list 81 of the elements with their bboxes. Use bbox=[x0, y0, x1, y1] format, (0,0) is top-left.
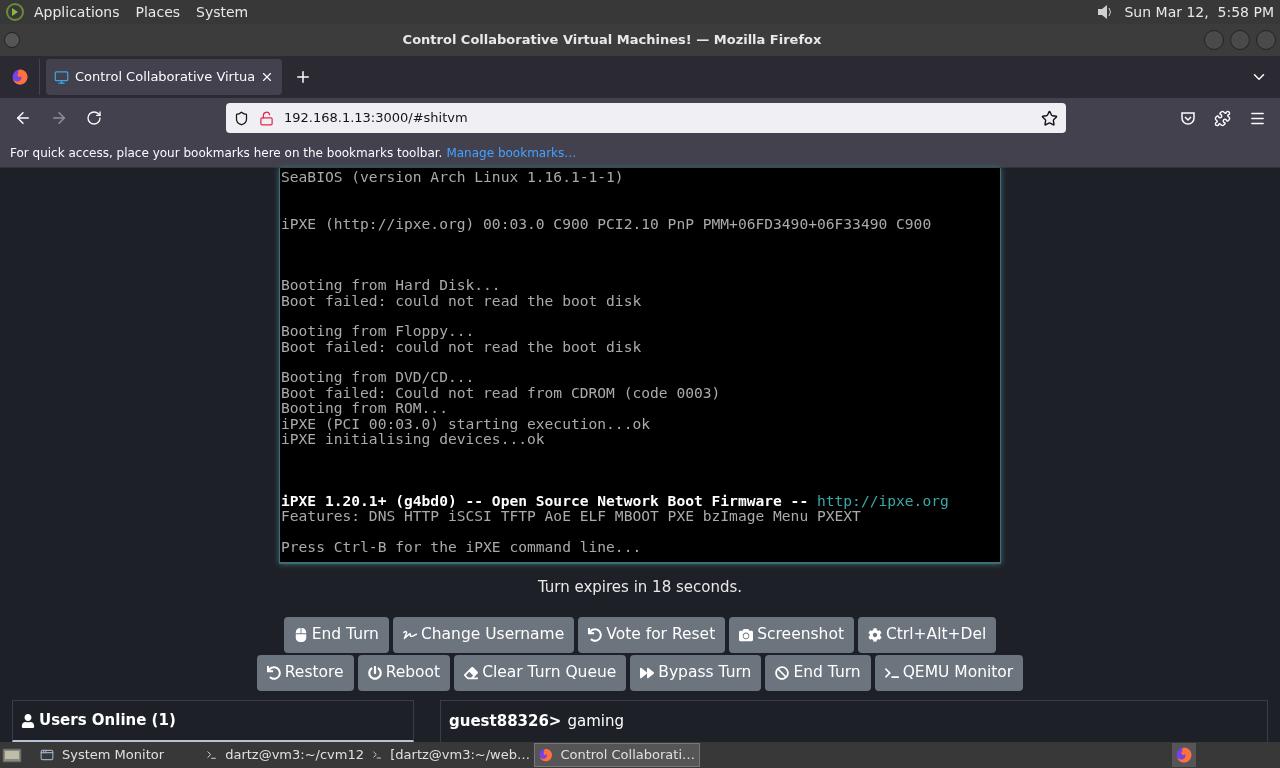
console-line: Booting from Hard Disk... bbox=[281, 277, 501, 293]
ban-icon bbox=[775, 665, 790, 680]
vm-screen[interactable] bbox=[279, 168, 1001, 564]
action-button[interactable]: End Turn bbox=[765, 654, 871, 691]
console-line: iPXE (PCI 00:03.0) starting execution...ok bbox=[281, 415, 651, 431]
action-button[interactable]: Reboot bbox=[357, 654, 451, 691]
panel-menu[interactable]: Applications bbox=[34, 1, 120, 23]
clock[interactable]: Sun Mar 12, 5:58 PM bbox=[1124, 1, 1274, 23]
console-line: SeaBIOS (version Arch Linux 1.16.1-1-1) bbox=[281, 169, 624, 185]
window-icon bbox=[40, 748, 54, 762]
console-line: Booting from Floppy... bbox=[281, 323, 475, 339]
console-line: iPXE (http://ipxe.org) 00:03.0 C900 PCI2.10 PnP PMM+06FD3490+06F33490 C900 bbox=[281, 215, 932, 231]
action-button[interactable]: QEMU Monitor bbox=[874, 654, 1024, 691]
terminal-icon bbox=[206, 748, 218, 762]
firefox-icon bbox=[11, 69, 28, 85]
reload-icon[interactable] bbox=[86, 110, 102, 126]
taskbar-label: [dartz@vm3:~/web… bbox=[390, 746, 530, 765]
panel-menu[interactable]: Places bbox=[135, 1, 181, 23]
firefox-icon bbox=[539, 747, 553, 763]
taskbar-item[interactable]: dartz@vm3:~/cvm12 bbox=[202, 743, 368, 767]
logo-icon bbox=[6, 3, 24, 21]
panel-menu[interactable]: System bbox=[196, 1, 249, 23]
console-line: Booting from ROM... bbox=[281, 400, 448, 416]
console-line: Boot failed: could not read the boot disk bbox=[281, 292, 642, 308]
console-line: iPXE 1.20.1+ (g4bd0) -- Open Source Network Boot Firmware -- http://ipxe.org bbox=[281, 492, 949, 508]
address-bar[interactable]: 192.168.1.13:3000/#shitvm bbox=[226, 103, 1066, 133]
undo-icon bbox=[588, 627, 603, 642]
tab-title: Control Collaborative Virtua bbox=[75, 68, 254, 87]
chat-message: gaming bbox=[567, 711, 624, 733]
mouse-icon bbox=[293, 627, 308, 642]
window-title: Control Collaborative Virtual Machines! — Mozilla Firefox bbox=[401, 31, 823, 50]
lock-icon[interactable] bbox=[259, 110, 274, 126]
bookmarks-message: For quick access, place your bookmarks here on the bookmarks toolbar. bbox=[10, 144, 443, 162]
terminal-icon bbox=[884, 665, 899, 680]
extensions-icon[interactable] bbox=[1214, 109, 1231, 127]
chat-username: guest88326> bbox=[449, 711, 562, 733]
taskbar-label: dartz@vm3:~/cvm12 bbox=[225, 746, 364, 765]
new-tab-icon[interactable] bbox=[294, 68, 312, 86]
terminal-icon bbox=[372, 748, 383, 762]
eraser-icon bbox=[464, 665, 479, 680]
taskbar-item[interactable]: [dartz@vm3:~/web… bbox=[368, 743, 534, 767]
console-line: Features: DNS HTTP iSCSI TFTP AoE ELF MBOOT PXE bzImage Menu PXEXT bbox=[281, 508, 861, 524]
console-line: Boot failed: could not read the boot disk bbox=[281, 338, 642, 354]
taskbar-item[interactable]: Control Collaborati… bbox=[534, 743, 700, 767]
star-icon[interactable] bbox=[1041, 109, 1058, 127]
action-button[interactable]: Clear Turn Queue bbox=[454, 654, 627, 691]
action-button[interactable]: End Turn bbox=[283, 616, 389, 653]
taskbar-label: System Monitor bbox=[62, 746, 165, 765]
action-button[interactable]: Restore bbox=[256, 654, 354, 691]
action-button[interactable]: Screenshot bbox=[729, 616, 854, 653]
action-button[interactable]: Ctrl+Alt+Del bbox=[857, 616, 997, 653]
fast-forward-icon bbox=[640, 665, 655, 680]
show-desktop-icon[interactable] bbox=[2, 746, 22, 764]
shield-icon[interactable] bbox=[234, 110, 249, 126]
user-icon bbox=[21, 713, 35, 728]
turn-status: Turn expires in 18 seconds. bbox=[537, 577, 743, 598]
pocket-icon[interactable] bbox=[1180, 110, 1196, 126]
forward-icon[interactable] bbox=[50, 109, 68, 127]
taskbar-label: Control Collaborati… bbox=[560, 746, 695, 765]
url-text: 192.168.1.13:3000/#shitvm bbox=[284, 109, 469, 128]
users-panel-title: Users Online (1) bbox=[39, 710, 176, 732]
monitor-icon bbox=[54, 69, 69, 85]
power-icon bbox=[367, 665, 382, 680]
console-line: Boot failed: Could not read from CDROM (code 0003) bbox=[281, 384, 721, 400]
manage-bookmarks-link[interactable]: Manage bookmarks… bbox=[446, 143, 577, 162]
console-line: Booting from DVD/CD... bbox=[281, 369, 475, 385]
action-button[interactable]: Change Username bbox=[392, 616, 575, 653]
back-icon[interactable] bbox=[14, 109, 32, 127]
console-line: iPXE initialising devices...ok bbox=[281, 431, 545, 447]
action-button[interactable]: Bypass Turn bbox=[630, 654, 762, 691]
camera-icon bbox=[739, 627, 754, 642]
close-icon[interactable] bbox=[260, 70, 274, 84]
console-line: Press Ctrl-B for the iPXE command line... bbox=[281, 538, 642, 554]
gear-icon bbox=[867, 627, 882, 642]
firefox-icon bbox=[1176, 747, 1192, 763]
taskbar-item[interactable]: System Monitor bbox=[36, 743, 202, 767]
console-link: http://ipxe.org bbox=[816, 491, 949, 509]
tray-item[interactable] bbox=[1172, 743, 1196, 767]
undo-icon bbox=[266, 665, 281, 680]
action-button[interactable]: Vote for Reset bbox=[578, 616, 726, 653]
browser-tab[interactable]: Control Collaborative Virtua bbox=[46, 59, 282, 95]
